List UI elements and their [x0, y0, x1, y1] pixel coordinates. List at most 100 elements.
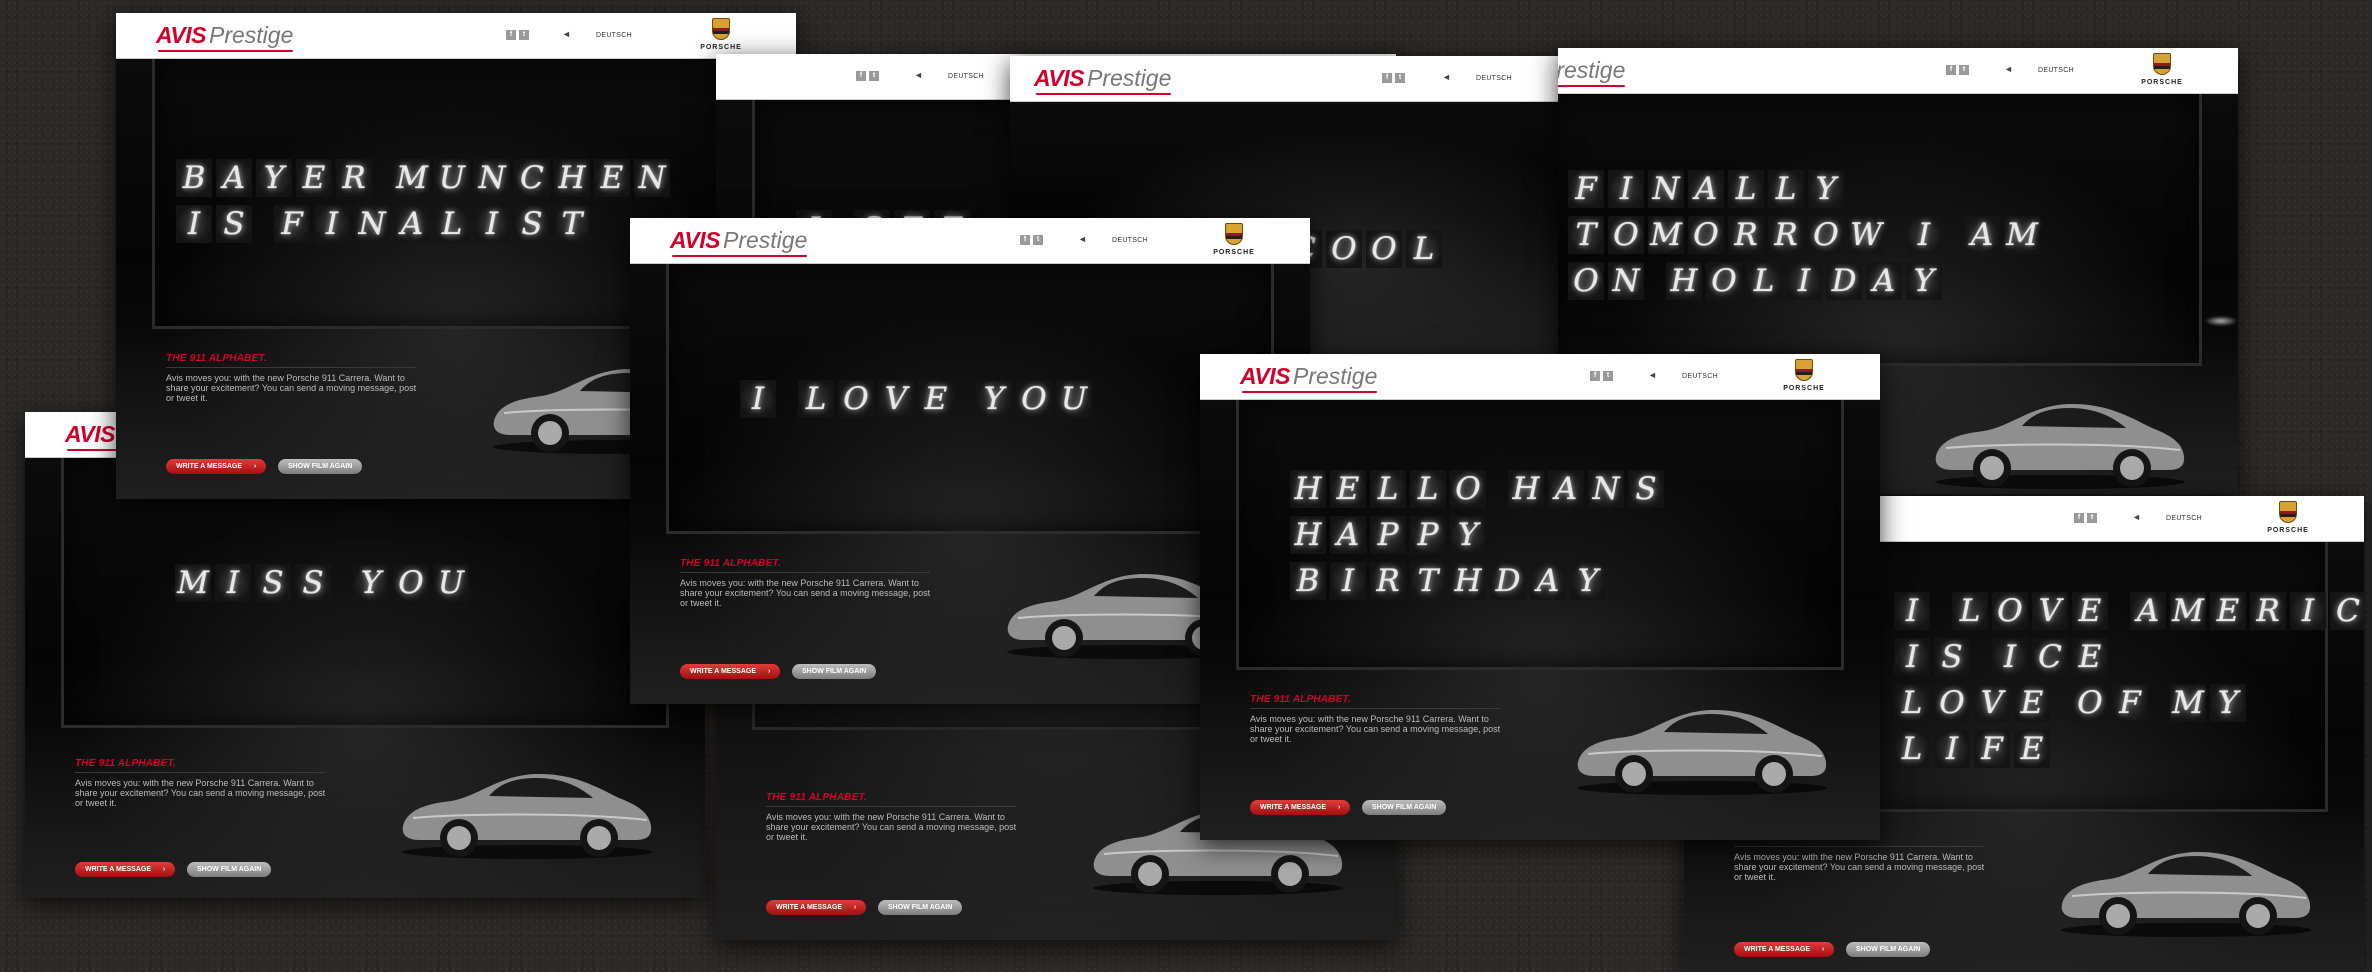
- back-arrow-icon[interactable]: ◄: [1078, 234, 1087, 244]
- porsche-crest-icon[interactable]: PORSCHE: [691, 18, 751, 56]
- letter-tile: A: [2130, 592, 2166, 630]
- letter-tile: S: [216, 205, 252, 243]
- message-line: ISICE: [1894, 638, 2364, 676]
- letter-tile: O: [838, 380, 874, 418]
- avis-prestige-logo[interactable]: AVISPrestige: [1034, 64, 1172, 95]
- message-line: LOVEOFMY: [1894, 684, 2364, 722]
- letter-tile: O: [1366, 230, 1402, 268]
- letter-tile: L: [1370, 470, 1406, 508]
- letter-tile: I: [1786, 262, 1822, 300]
- language-link[interactable]: DEUTSCH: [1112, 237, 1148, 244]
- letter-tile: Y: [1450, 516, 1486, 554]
- facebook-icon[interactable]: f: [1020, 235, 1030, 245]
- letter-tile: R: [336, 159, 372, 197]
- porsche-wordmark: PORSCHE: [700, 44, 742, 51]
- facebook-icon[interactable]: f: [1946, 65, 1956, 75]
- message-line: BIRTHDAY: [1290, 562, 1664, 600]
- letter-tile: [958, 380, 972, 418]
- twitter-icon[interactable]: t: [1395, 73, 1405, 83]
- letter-tile: [2152, 684, 2166, 722]
- letter-tile: F: [1974, 730, 2010, 768]
- letter-tile: B: [1290, 562, 1326, 600]
- facebook-icon[interactable]: f: [506, 30, 516, 40]
- show-film-again-button[interactable]: SHOW FILM AGAIN: [878, 900, 963, 915]
- letter-tile: I: [740, 380, 776, 418]
- language-link[interactable]: DEUTSCH: [2038, 67, 2074, 74]
- write-message-button[interactable]: WRITE A MESSAGE: [166, 459, 267, 474]
- letter-tile: L: [1746, 262, 1782, 300]
- site-header: AVISPrestige ft ◄ DEUTSCH PORSCHE: [1558, 48, 2238, 94]
- letter-tile: F: [274, 205, 310, 243]
- write-message-button[interactable]: WRITE A MESSAGE: [75, 862, 176, 877]
- write-message-button[interactable]: WRITE A MESSAGE: [1734, 942, 1835, 957]
- avis-prestige-logo[interactable]: AVISPrestige: [670, 226, 808, 257]
- letter-tile: L: [1894, 730, 1930, 768]
- show-film-again-button[interactable]: SHOW FILM AGAIN: [1362, 800, 1447, 815]
- twitter-icon[interactable]: t: [1959, 65, 1969, 75]
- twitter-icon[interactable]: t: [869, 71, 879, 81]
- porsche-crest-icon[interactable]: PORSCHE: [1774, 359, 1834, 397]
- language-link[interactable]: DEUTSCH: [596, 32, 632, 39]
- show-film-again-button[interactable]: SHOW FILM AGAIN: [1846, 942, 1931, 957]
- letter-tile: N: [1588, 470, 1624, 508]
- show-film-again-button[interactable]: SHOW FILM AGAIN: [792, 664, 877, 679]
- write-message-button[interactable]: WRITE A MESSAGE: [766, 900, 867, 915]
- porsche-crest-icon[interactable]: PORSCHE: [1204, 223, 1264, 261]
- language-link[interactable]: DEUTSCH: [2166, 515, 2202, 522]
- message-line: FINALLY: [1568, 170, 2040, 208]
- letter-tile: I: [314, 205, 350, 243]
- site-header: AVISPrestige ft ◄ DEUTSCH PORSCHE: [116, 13, 796, 59]
- show-film-again-button[interactable]: SHOW FILM AGAIN: [187, 862, 272, 877]
- back-arrow-icon[interactable]: ◄: [914, 70, 923, 80]
- language-link[interactable]: DEUTSCH: [1682, 373, 1718, 380]
- letter-tile: [335, 564, 349, 602]
- language-link[interactable]: DEUTSCH: [1476, 75, 1512, 82]
- letter-tile: E: [1330, 470, 1366, 508]
- letter-tile: C: [2330, 592, 2364, 630]
- letter-tile: C: [514, 159, 550, 197]
- avis-prestige-logo[interactable]: AVISPrestige: [1240, 362, 1378, 393]
- letter-tile: W: [1848, 216, 1884, 254]
- letter-tile: A: [1330, 516, 1366, 554]
- twitter-icon[interactable]: t: [2087, 513, 2097, 523]
- letter-tile: H: [1290, 516, 1326, 554]
- letter-tile: Y: [1808, 170, 1844, 208]
- letter-tile: L: [798, 380, 834, 418]
- car-image: [402, 773, 652, 859]
- avis-prestige-logo[interactable]: AVISPrestige: [156, 21, 294, 52]
- letter-tile: T: [1568, 216, 1604, 254]
- message-line: HELLOHANS: [1290, 470, 1664, 508]
- message-line: ILOVEYOU: [740, 380, 1092, 418]
- letter-tile: O: [1934, 684, 1970, 722]
- porsche-wordmark: PORSCHE: [2267, 527, 2309, 534]
- write-message-button[interactable]: WRITE A MESSAGE: [680, 664, 781, 679]
- twitter-icon[interactable]: t: [1603, 371, 1613, 381]
- porsche-crest-icon[interactable]: PORSCHE: [2132, 53, 2192, 91]
- twitter-icon[interactable]: t: [519, 30, 529, 40]
- facebook-icon[interactable]: f: [1590, 371, 1600, 381]
- letter-tile: [256, 205, 270, 243]
- letter-tile: I: [1992, 638, 2028, 676]
- porsche-crest-icon[interactable]: PORSCHE: [2258, 501, 2318, 539]
- back-arrow-icon[interactable]: ◄: [1442, 72, 1451, 82]
- letter-tile: A: [1688, 170, 1724, 208]
- back-arrow-icon[interactable]: ◄: [1648, 370, 1657, 380]
- show-film-again-button[interactable]: SHOW FILM AGAIN: [278, 459, 363, 474]
- language-link[interactable]: DEUTSCH: [948, 73, 984, 80]
- back-arrow-icon[interactable]: ◄: [562, 29, 571, 39]
- site-header: AVISPrestige ft ◄ DEUTSCH PORSCHE: [630, 218, 1310, 264]
- twitter-icon[interactable]: t: [1033, 235, 1043, 245]
- back-arrow-icon[interactable]: ◄: [2004, 64, 2013, 74]
- letter-tile: [2112, 592, 2126, 630]
- write-message-button[interactable]: WRITE A MESSAGE: [1250, 800, 1351, 815]
- facebook-icon[interactable]: f: [1382, 73, 1392, 83]
- facebook-icon[interactable]: f: [856, 71, 866, 81]
- section-title: THE 911 ALPHABET.: [766, 792, 868, 803]
- avis-prestige-logo[interactable]: AVISPrestige: [1558, 56, 1626, 87]
- facebook-icon[interactable]: f: [2074, 513, 2084, 523]
- letter-tile: Y: [256, 159, 292, 197]
- letter-tile: R: [2250, 592, 2286, 630]
- letter-tile: Y: [1906, 262, 1942, 300]
- back-arrow-icon[interactable]: ◄: [2132, 512, 2141, 522]
- letter-tile: R: [1768, 216, 1804, 254]
